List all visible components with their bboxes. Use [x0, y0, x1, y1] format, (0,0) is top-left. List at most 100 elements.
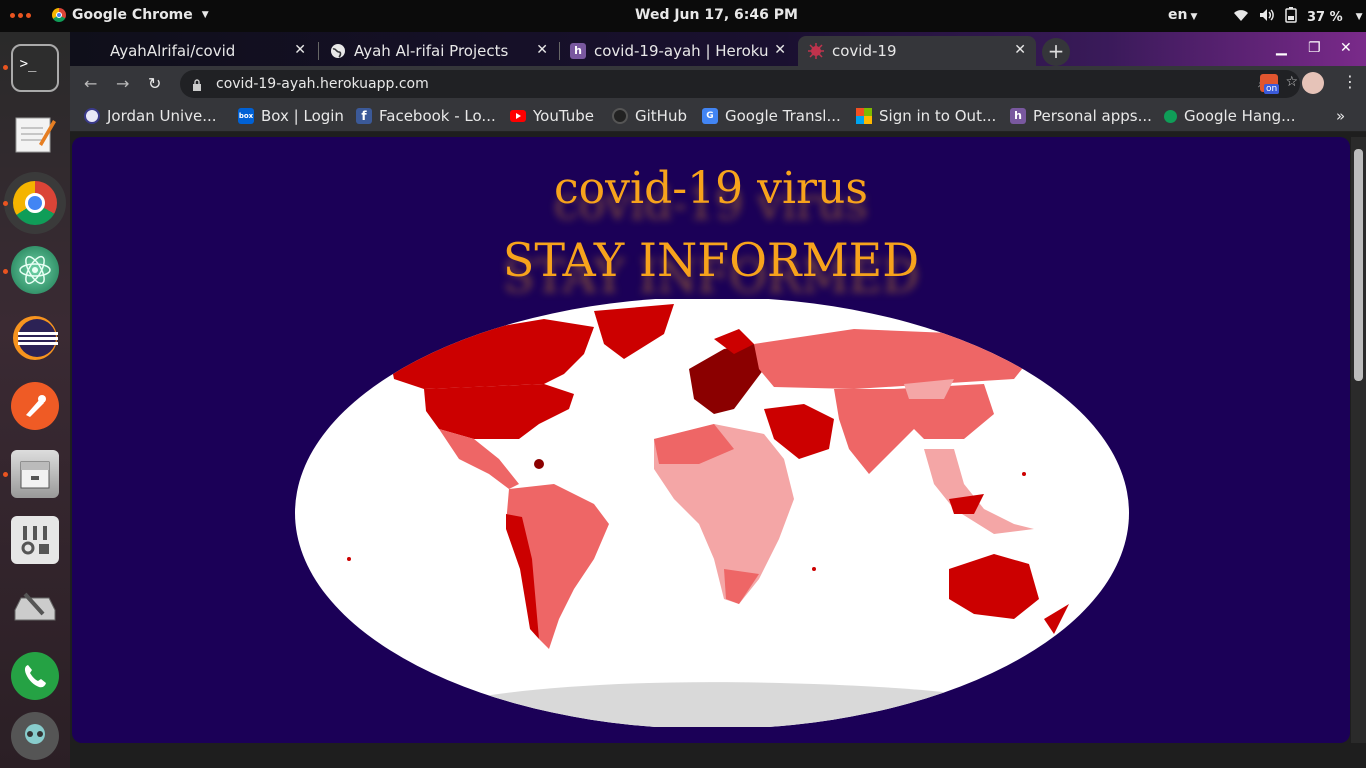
- atom-icon[interactable]: [11, 246, 59, 294]
- running-indicator: [3, 65, 8, 70]
- battery-percent: 37 %: [1307, 9, 1343, 25]
- bookmark-github[interactable]: GitHub: [612, 107, 687, 125]
- facebook-icon: f: [356, 108, 372, 124]
- tab-label: covid-19: [832, 42, 897, 60]
- bookmark-label: Jordan Unive...: [107, 107, 217, 125]
- activities-dots-icon[interactable]: [10, 13, 31, 18]
- back-arrow-icon[interactable]: ←: [84, 74, 97, 93]
- extension-icon[interactable]: on: [1260, 74, 1280, 94]
- vertical-scrollbar[interactable]: [1351, 137, 1366, 743]
- bookmark-label: Facebook - Lo...: [379, 107, 496, 125]
- bookmark-label: Personal apps...: [1033, 107, 1152, 125]
- page-title-text: covid-19 virus: [554, 163, 868, 214]
- reload-icon[interactable]: ↻: [148, 74, 161, 93]
- new-tab-button[interactable]: +: [1042, 38, 1070, 66]
- university-icon: [84, 108, 100, 124]
- more-bookmarks-icon[interactable]: »: [1336, 107, 1345, 125]
- close-icon[interactable]: ✕: [774, 42, 786, 58]
- tab-label: Ayah Al-rifai Projects: [354, 42, 509, 60]
- bookmark-youtube[interactable]: YouTube: [510, 107, 594, 125]
- url-text: covid-19-ayah.herokuapp.com: [216, 76, 429, 92]
- bookmark-label: Google Transl...: [725, 107, 841, 125]
- chevron-down-icon: ▼: [201, 10, 209, 20]
- running-indicator: [3, 269, 8, 274]
- bookmarks-bar: Jordan Unive... box Box | Login f Facebook…: [70, 102, 1366, 132]
- system-settings-icon[interactable]: [11, 516, 59, 564]
- running-indicator: [3, 201, 8, 206]
- menu-kebab-icon[interactable]: ⋮: [1342, 72, 1358, 91]
- tab-covid-19[interactable]: covid-19 ✕: [798, 36, 1036, 66]
- tab-label: AyahAlrifai/covid: [110, 42, 236, 60]
- bookmark-box[interactable]: box Box | Login: [238, 107, 344, 125]
- world-map: [295, 299, 1129, 727]
- maximize-icon[interactable]: ❐: [1308, 40, 1321, 56]
- chrome-toolbar: ← → ↻ covid-19-ayah.herokuapp.com ⌕ ☆ on…: [70, 66, 1366, 102]
- bookmark-label: Google Hang...: [1184, 107, 1296, 125]
- chrome-icon[interactable]: [4, 172, 66, 234]
- bookmark-label: Sign in to Out...: [879, 107, 997, 125]
- tab-heroku[interactable]: h covid-19-ayah | Heroku ✕: [560, 36, 796, 66]
- lock-icon: [192, 78, 202, 91]
- bookmark-outlook[interactable]: Sign in to Out...: [856, 107, 996, 125]
- close-icon[interactable]: ✕: [536, 42, 548, 58]
- russia: [754, 329, 1034, 389]
- phone-icon[interactable]: [11, 652, 59, 700]
- text-editor-icon[interactable]: [11, 110, 59, 158]
- web-page: covid-19 virus covid-19 virus STAY INFOR…: [72, 137, 1350, 743]
- chevron-down-icon: ▼: [1190, 12, 1198, 22]
- app-menu[interactable]: Google Chrome ▼: [52, 7, 209, 23]
- microsoft-icon: [856, 108, 872, 124]
- bookmark-facebook[interactable]: f Facebook - Lo...: [356, 107, 496, 125]
- user-avatar-icon[interactable]: [11, 712, 59, 760]
- ubuntu-dock: >_: [0, 32, 70, 768]
- tab-projects[interactable]: Ayah Al-rifai Projects ✕: [320, 36, 558, 66]
- tab-label: covid-19-ayah | Heroku: [594, 42, 769, 60]
- app-name: Google Chrome: [72, 7, 193, 23]
- bookmark-heroku-personal[interactable]: h Personal apps...: [1010, 107, 1152, 125]
- tab-separator: [318, 42, 319, 60]
- wifi-icon: [1233, 9, 1249, 26]
- clock[interactable]: Wed Jun 17, 6:46 PM: [635, 7, 798, 23]
- chrome-small-icon: [52, 8, 66, 22]
- battery-icon: [1285, 7, 1297, 27]
- page-subtitle-text: STAY INFORMED: [502, 233, 920, 287]
- page-subtitle: STAY INFORMED STAY INFORMED: [72, 233, 1350, 303]
- postman-icon[interactable]: [11, 382, 59, 430]
- disk-utility-icon[interactable]: [11, 584, 59, 632]
- extension-badge: on: [1264, 84, 1280, 94]
- heroku-icon: h: [1010, 108, 1026, 124]
- language-label: en: [1168, 7, 1188, 23]
- running-indicator: [3, 472, 8, 477]
- address-bar[interactable]: covid-19-ayah.herokuapp.com ⌕ ☆: [180, 70, 1300, 98]
- bookmark-google-hangouts[interactable]: Google Hang...: [1164, 107, 1295, 125]
- pacific-island: [347, 557, 351, 561]
- bookmark-label: GitHub: [635, 107, 687, 125]
- language-indicator[interactable]: en ▼: [1168, 7, 1197, 23]
- globe-icon: [330, 43, 346, 59]
- bookmark-star-icon[interactable]: ☆: [1285, 74, 1298, 90]
- eclipse-icon[interactable]: [11, 314, 59, 362]
- tab-github-repo[interactable]: AyahAlrifai/covid ✕: [100, 36, 316, 66]
- close-icon[interactable]: ✕: [294, 42, 306, 58]
- minimize-icon[interactable]: ▁: [1276, 40, 1287, 56]
- close-window-icon[interactable]: ✕: [1340, 40, 1352, 56]
- terminal-icon[interactable]: >_: [11, 44, 59, 92]
- youtube-icon: [510, 110, 526, 122]
- bookmark-label: Box | Login: [261, 107, 344, 125]
- forward-arrow-icon[interactable]: →: [116, 74, 129, 93]
- page-title: covid-19 virus covid-19 virus: [72, 163, 1350, 230]
- profile-avatar[interactable]: [1302, 72, 1324, 94]
- file-manager-icon[interactable]: [11, 450, 59, 498]
- close-icon[interactable]: ✕: [1014, 42, 1026, 58]
- system-status-menu[interactable]: 37 % ▼: [1233, 7, 1363, 27]
- chevron-down-icon: ▼: [1355, 12, 1363, 22]
- system-top-bar: Google Chrome ▼ Wed Jun 17, 6:46 PM en ▼ …: [0, 0, 1366, 32]
- heroku-icon: h: [570, 43, 586, 59]
- virus-icon: [808, 43, 824, 59]
- scrollbar-thumb[interactable]: [1354, 149, 1363, 381]
- bookmark-jordan-university[interactable]: Jordan Unive...: [84, 107, 217, 125]
- google-translate-icon: G: [702, 108, 718, 124]
- bookmark-google-translate[interactable]: G Google Transl...: [702, 107, 841, 125]
- caribbean: [534, 459, 544, 469]
- chrome-tab-strip: AyahAlrifai/covid ✕ Ayah Al-rifai Projec…: [70, 32, 1366, 66]
